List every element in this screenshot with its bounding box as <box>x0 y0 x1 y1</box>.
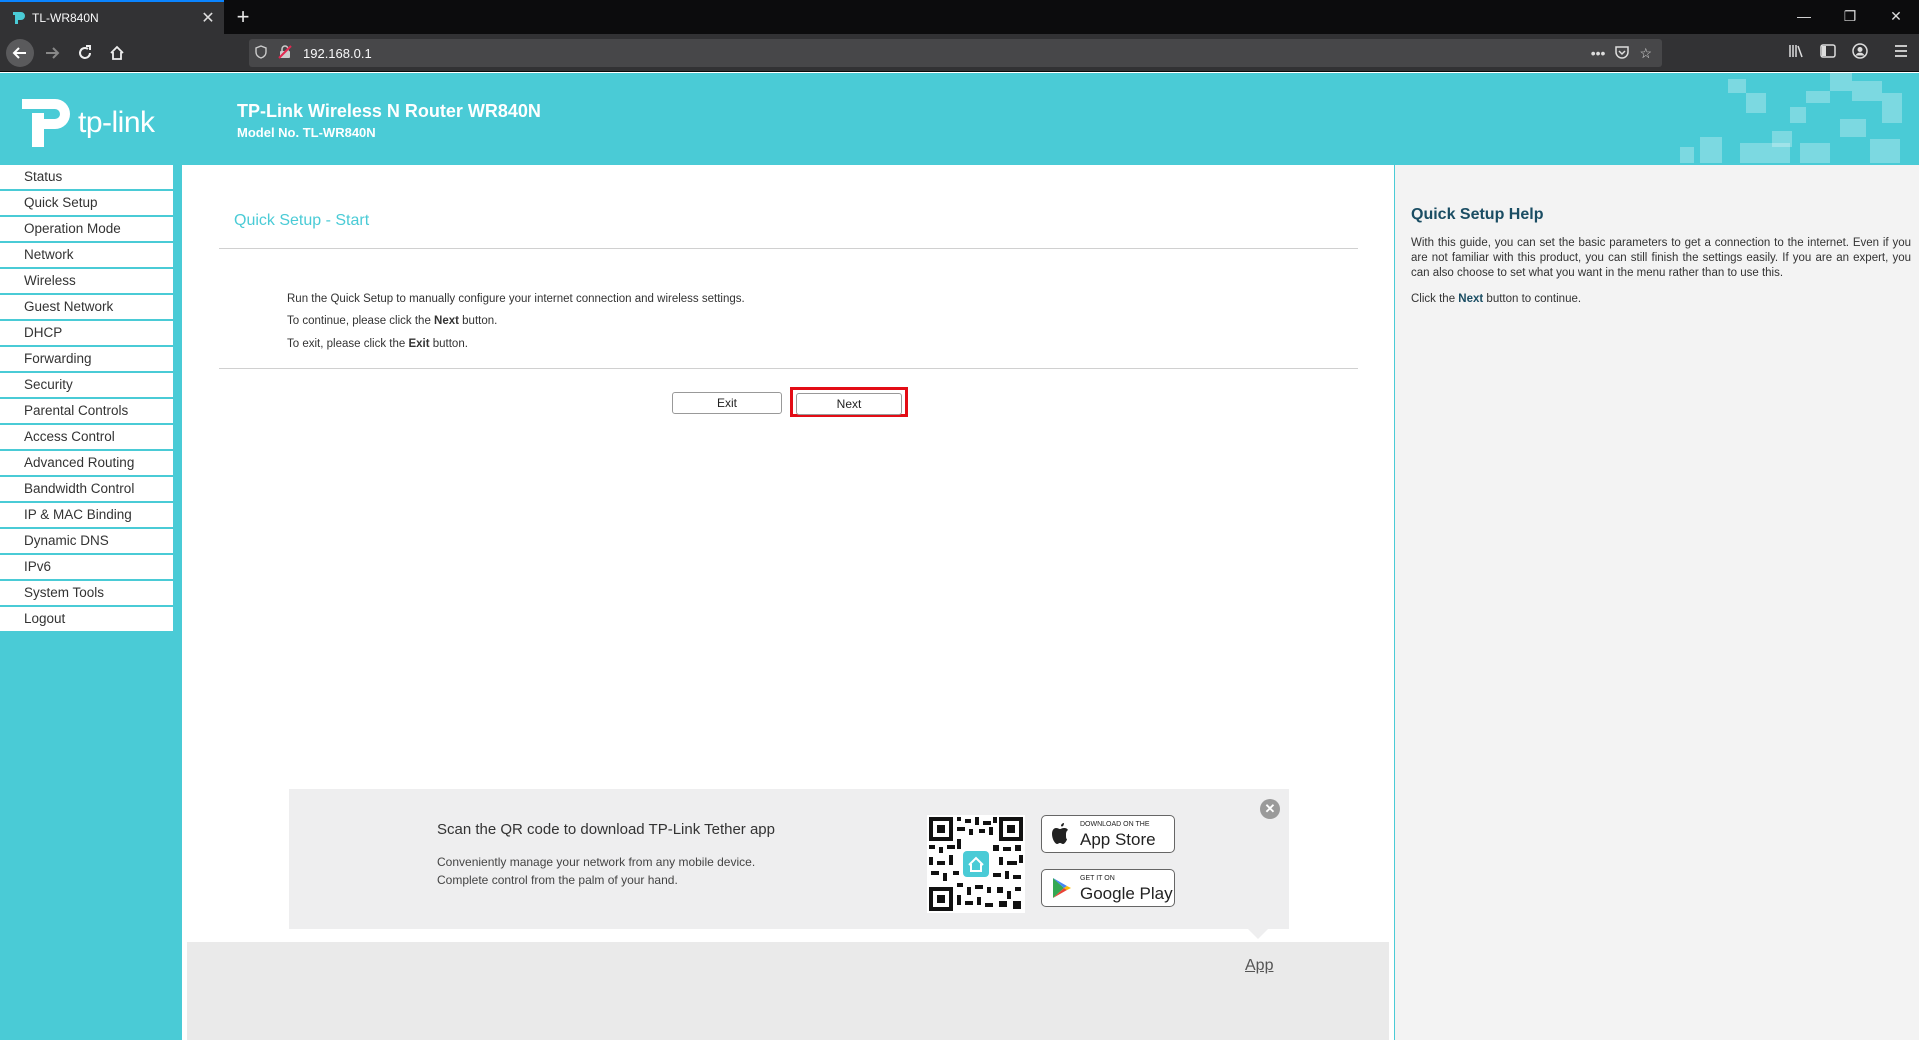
hamburger-menu-icon[interactable] <box>1890 43 1912 63</box>
library-icon[interactable] <box>1785 43 1807 63</box>
router-header: tp-link TP-Link Wireless N Router WR840N… <box>0 73 1919 163</box>
google-play-button[interactable]: GET IT ON Google Play <box>1041 869 1175 907</box>
tplink-logo-icon <box>22 99 74 147</box>
sidebar-item-system-tools[interactable]: System Tools <box>0 581 173 605</box>
help-paragraph: With this guide, you can set the basic p… <box>1411 237 1911 279</box>
browser-tab[interactable]: TL-WR840N ✕ <box>0 0 224 34</box>
continue-text-bold: Next <box>434 315 459 327</box>
qr-code-icon <box>927 815 1025 913</box>
logo-text: tp-link <box>78 106 155 139</box>
help-click-pre: Click the <box>1411 293 1459 305</box>
sidebar-item-access-control[interactable]: Access Control <box>0 425 173 449</box>
help-continue-text: Click the Next button to continue. <box>1411 293 1581 305</box>
main-content: Quick Setup - Start Run the Quick Setup … <box>182 165 1394 1040</box>
shield-icon <box>249 44 273 62</box>
sidebar-item-guest-network[interactable]: Guest Network <box>0 295 173 319</box>
exit-instruction: To exit, please click the Exit button. <box>287 338 468 350</box>
sidebar-item-advanced-routing[interactable]: Advanced Routing <box>0 451 173 475</box>
next-button[interactable]: Next <box>796 393 902 415</box>
reload-button[interactable] <box>71 39 99 67</box>
app-strip <box>187 942 1389 1040</box>
continue-text-post: button. <box>458 315 498 327</box>
exit-text-pre: To exit, please click the <box>287 338 409 350</box>
continue-text-pre: To continue, please click the <box>287 315 435 327</box>
sidebar-menu: Status Quick Setup Operation Mode Networ… <box>0 165 173 633</box>
sidebar-item-ipv6[interactable]: IPv6 <box>0 555 173 579</box>
router-title: TP-Link Wireless N Router WR840N <box>237 101 541 121</box>
tplink-favicon-icon <box>10 10 26 26</box>
tab-close-icon[interactable]: ✕ <box>198 8 218 28</box>
exit-button[interactable]: Exit <box>672 392 782 414</box>
minimize-button[interactable]: — <box>1781 0 1827 34</box>
header-pattern-decoration <box>1680 73 1919 163</box>
apple-icon <box>1052 823 1072 851</box>
intro-text: Run the Quick Setup to manually configur… <box>287 293 745 305</box>
banner-subtext-2: Complete control from the palm of your h… <box>437 873 678 887</box>
new-tab-button[interactable]: + <box>230 3 256 31</box>
back-button[interactable] <box>6 39 34 67</box>
divider <box>219 368 1358 369</box>
sidebar-item-quick-setup[interactable]: Quick Setup <box>0 191 173 215</box>
banner-pointer <box>1248 929 1268 939</box>
google-play-label: Google Play <box>1080 884 1173 903</box>
page-title: Quick Setup - Start <box>234 212 370 229</box>
account-icon[interactable] <box>1849 43 1871 63</box>
divider <box>219 248 1358 249</box>
tplink-logo: tp-link <box>22 99 155 147</box>
app-store-label: App Store <box>1080 830 1156 849</box>
sidebar-item-network[interactable]: Network <box>0 243 173 267</box>
forward-button[interactable] <box>38 39 66 67</box>
exit-text-bold: Exit <box>408 338 430 350</box>
sidebar-item-bandwidth-control[interactable]: Bandwidth Control <box>0 477 173 501</box>
router-model: Model No. TL-WR840N <box>237 125 376 140</box>
sidebar-item-logout[interactable]: Logout <box>0 607 173 631</box>
sidebar-item-dhcp[interactable]: DHCP <box>0 321 173 345</box>
page-actions-icon[interactable]: ••• <box>1591 45 1606 62</box>
sidebar-item-parental-controls[interactable]: Parental Controls <box>0 399 173 423</box>
reload-icon <box>79 45 91 59</box>
sidebar-item-security[interactable]: Security <box>0 373 173 397</box>
app-link[interactable]: App <box>1245 957 1273 975</box>
home-button[interactable] <box>103 39 131 67</box>
back-arrow-icon <box>12 47 26 59</box>
bookmark-star-icon[interactable]: ☆ <box>1639 45 1652 62</box>
forward-arrow-icon <box>46 47 60 59</box>
tab-title: TL-WR840N <box>32 11 99 25</box>
help-click-post: button to continue. <box>1483 293 1582 305</box>
home-icon <box>110 45 124 60</box>
help-click-bold: Next <box>1458 293 1484 305</box>
help-title: Quick Setup Help <box>1411 206 1544 223</box>
router-page: tp-link TP-Link Wireless N Router WR840N… <box>0 73 1919 1040</box>
insecure-lock-icon <box>273 44 297 62</box>
browser-tab-bar: TL-WR840N ✕ + — ❐ ✕ <box>0 0 1919 34</box>
tether-app-banner: Scan the QR code to download TP-Link Tet… <box>289 789 1289 929</box>
continue-instruction: To continue, please click the Next butto… <box>287 315 497 327</box>
close-icon[interactable]: ✕ <box>1260 799 1280 819</box>
sidebar-item-forwarding[interactable]: Forwarding <box>0 347 173 371</box>
browser-nav-bar: 192.168.0.1 ••• ☆ <box>0 34 1919 72</box>
url-text: 192.168.0.1 <box>303 45 372 61</box>
sidebar-item-dynamic-dns[interactable]: Dynamic DNS <box>0 529 173 553</box>
help-panel: Quick Setup Help With this guide, you ca… <box>1395 165 1919 1040</box>
sidebar-item-wireless[interactable]: Wireless <box>0 269 173 293</box>
close-window-button[interactable]: ✕ <box>1873 0 1919 34</box>
exit-text-post: button. <box>429 338 468 350</box>
google-play-small-text: GET IT ON <box>1080 875 1115 882</box>
restore-button[interactable]: ❐ <box>1827 0 1873 34</box>
app-store-button[interactable]: DOWNLOAD ON THE App Store <box>1041 815 1175 853</box>
sidebar-item-status[interactable]: Status <box>0 165 173 189</box>
google-play-icon <box>1052 877 1072 905</box>
sidebar-item-operation-mode[interactable]: Operation Mode <box>0 217 173 241</box>
pocket-icon[interactable] <box>1615 45 1630 62</box>
banner-heading: Scan the QR code to download TP-Link Tet… <box>437 821 775 838</box>
address-bar[interactable]: 192.168.0.1 ••• ☆ <box>249 39 1662 67</box>
sidebar-item-ip-mac-binding[interactable]: IP & MAC Binding <box>0 503 173 527</box>
app-store-small-text: DOWNLOAD ON THE <box>1080 821 1150 828</box>
banner-subtext-1: Conveniently manage your network from an… <box>437 855 756 869</box>
sidebar-toggle-icon[interactable] <box>1817 43 1839 63</box>
